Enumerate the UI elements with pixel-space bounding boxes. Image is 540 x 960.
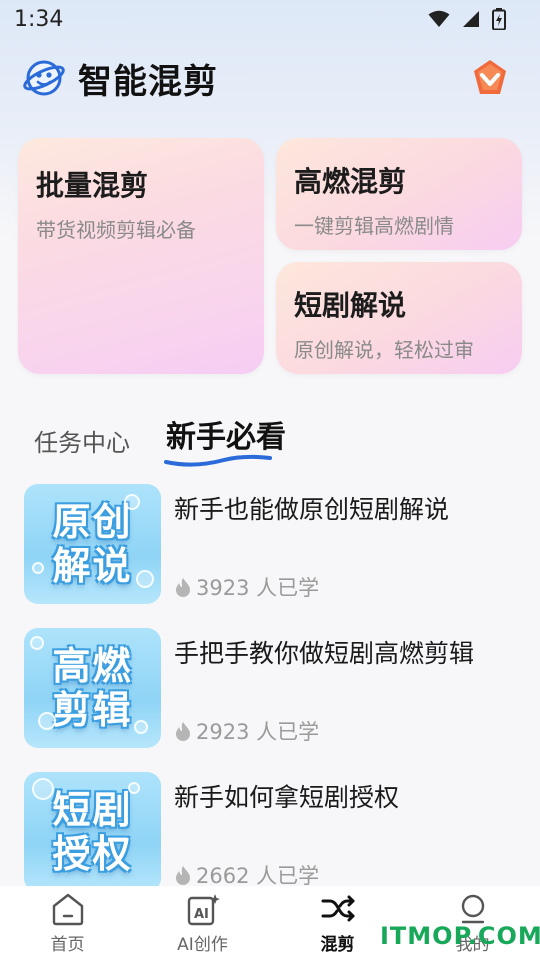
tutorial-title: 新手如何拿短剧授权 (174, 783, 400, 812)
battery-icon (492, 8, 506, 30)
learner-count: 3923 人已学 (174, 572, 319, 602)
nav-label: AI创作 (177, 935, 228, 955)
card-subtitle: 原创解说，轻松过审 (294, 338, 474, 362)
learner-count-text: 2923 人已学 (196, 720, 320, 744)
drama-commentary-card[interactable]: 短剧解说 原创解说，轻松过审 (276, 262, 522, 374)
tutorial-thumbnail: 短剧 授权 (24, 772, 161, 892)
tutorial-thumbnail: 高燃 剪辑 (24, 628, 161, 748)
thumb-text: 授权 (52, 832, 133, 876)
card-subtitle: 带货视频剪辑必备 (36, 218, 196, 242)
card-title: 高燃混剪 (294, 165, 407, 198)
thumb-text: 原创 (52, 500, 133, 544)
tutorial-list: 原创 解说 新手也能做原创短剧解说 3923 人已学 高燃 剪辑 手把手教你做短… (24, 484, 520, 916)
profile-icon (461, 894, 484, 924)
tab-label: 新手必看 (166, 420, 286, 455)
signal-icon (463, 11, 479, 27)
section-tabs: 任务中心 新手必看 (34, 408, 286, 468)
card-title: 短剧解说 (294, 289, 407, 322)
watermark: ITMOP.COM (380, 922, 540, 950)
nav-label: 混剪 (320, 935, 355, 955)
shuffle-icon (321, 895, 354, 922)
nav-label: 首页 (50, 935, 85, 955)
tutorial-title: 新手也能做原创短剧解说 (174, 495, 450, 524)
flame-icon (176, 722, 190, 741)
wifi-icon (428, 10, 450, 27)
app-title: 智能混剪 (78, 61, 218, 102)
card-title: 批量混剪 (36, 169, 149, 202)
tab-beginner-guide[interactable]: 新手必看 (164, 412, 286, 468)
thumb-text: 解说 (52, 544, 133, 588)
nav-home[interactable]: 首页 (0, 886, 135, 960)
svg-text:AI: AI (194, 907, 209, 922)
thumb-text: 高燃 (52, 644, 133, 688)
nav-ai-create[interactable]: AI AI创作 (135, 886, 270, 960)
list-item[interactable]: 原创 解说 新手也能做原创短剧解说 3923 人已学 (24, 484, 520, 628)
status-icons (428, 8, 506, 30)
status-time: 1:34 (14, 6, 64, 32)
thumb-text: 短剧 (52, 788, 133, 832)
home-icon (52, 893, 83, 926)
vip-badge-icon[interactable] (470, 58, 510, 98)
tutorial-title: 手把手教你做短剧高燃剪辑 (174, 639, 475, 668)
status-bar: 1:34 (0, 0, 540, 38)
flame-icon (176, 866, 190, 885)
learner-count-text: 3923 人已学 (196, 576, 320, 600)
batch-mix-card[interactable]: 批量混剪 带货视频剪辑必备 (18, 138, 264, 374)
tab-task-center[interactable]: 任务中心 (34, 423, 130, 468)
thumb-text: 剪辑 (52, 688, 133, 732)
list-item[interactable]: 高燃 剪辑 手把手教你做短剧高燃剪辑 2923 人已学 (24, 628, 520, 772)
app-logo-icon (23, 60, 65, 96)
learner-count: 2923 人已学 (174, 716, 319, 746)
tab-underline (164, 454, 272, 467)
ai-create-icon: AI (187, 894, 220, 926)
app-header: 智能混剪 (22, 54, 518, 102)
flame-icon (176, 578, 190, 597)
card-subtitle: 一键剪辑高燃剧情 (294, 214, 454, 238)
tutorial-thumbnail: 原创 解说 (24, 484, 161, 604)
highlight-mix-card[interactable]: 高燃混剪 一键剪辑高燃剧情 (276, 138, 522, 250)
